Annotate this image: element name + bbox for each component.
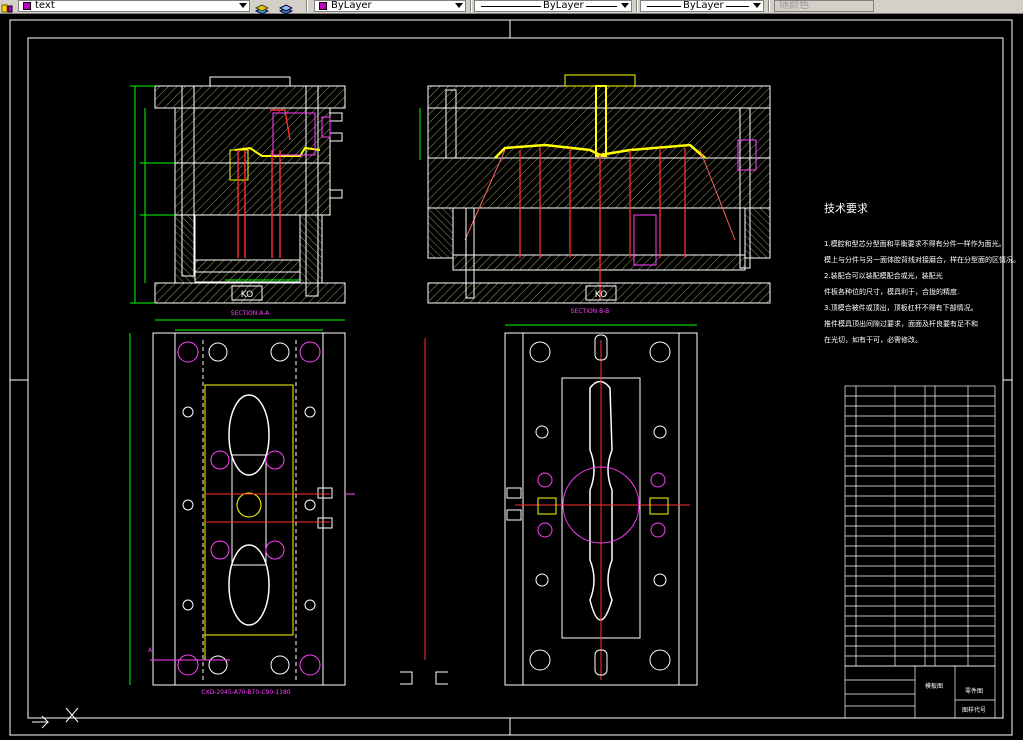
color-dropdown[interactable]: ByLayer: [314, 0, 466, 12]
toolbar-separator: [470, 0, 472, 12]
toolbar-separator: [636, 0, 638, 12]
ko-label-left: KO: [241, 290, 254, 300]
toolbar-separator: [306, 0, 308, 12]
mold-base-code: CXD-2045-A70-B70-C90-1180: [201, 689, 290, 696]
plan-view-moving-half: [504, 324, 698, 686]
title-drawing-name: 零件图: [965, 687, 983, 695]
title-part-name: 模板图: [925, 682, 943, 690]
tech-line: 模上与分件与另一面体腔背线对接磨合，样在分型面的区情况。: [824, 255, 1020, 264]
tech-line: 1.模腔和型芯分型面和平衡要求不得有分件一样作为面光。: [824, 239, 1006, 248]
tech-line: 3.顶模合被件或顶出，顶板杠杆不得有下部情况。: [824, 303, 978, 312]
title-drawing-code: 图样代号: [962, 706, 986, 714]
tech-line: 推件模具顶出间隙过要求，面面及杆良要有足不和: [824, 319, 978, 328]
properties-toolbar: text ByLayer ByLayer ByLayer 随颜色: [0, 0, 1023, 15]
tech-line: 件板各种位的尺寸，模具利于，合拢的精度.: [824, 287, 959, 296]
tech-line: 在光切，如有干可，必需修改。: [824, 335, 922, 344]
section-a-label: SECTION A-A: [231, 310, 270, 317]
linetype-dropdown[interactable]: ByLayer: [474, 0, 632, 12]
technical-requirements: 技术要求 1.模腔和型芯分型面和平衡要求不得有分件一样作为面光。 模上与分件与另…: [824, 202, 1020, 344]
layer-previous-icon[interactable]: [278, 0, 294, 15]
section-a-a-view: KO SECTION A-A: [130, 76, 346, 321]
ko-label-right: KO: [595, 290, 608, 300]
color-swatch: [319, 2, 327, 10]
make-object-layer-current-icon[interactable]: [254, 0, 270, 15]
drawing-canvas[interactable]: KO SECTION A-A KO SECTION B-B A CXD-2045…: [0, 13, 1023, 740]
toolbar-separator: [768, 0, 770, 12]
plan-view-fixed-half: A CXD-2045-A70-B70-C90-1180: [129, 329, 355, 696]
section-marker-a: A: [148, 647, 153, 654]
tech-title: 技术要求: [824, 202, 868, 215]
color-value: ByLayer: [331, 0, 372, 11]
linetype-value: ByLayer: [541, 0, 586, 11]
chevron-down-icon: [753, 3, 761, 8]
chevron-down-icon: [455, 3, 463, 8]
chevron-down-icon: [239, 3, 247, 8]
bill-of-materials: [844, 385, 996, 667]
layer-dropdown[interactable]: text: [18, 0, 250, 12]
corner-marks: [400, 671, 448, 685]
chevron-down-icon: [621, 3, 629, 8]
layer-state-icons[interactable]: [0, 0, 14, 13]
section-b-b-view: KO SECTION B-B: [419, 74, 771, 326]
plotstyle-value: 随颜色: [779, 0, 809, 11]
plotstyle-dropdown: 随颜色: [774, 0, 874, 12]
tech-line: 2.装配合可以装配模配合或光，装配光: [824, 271, 943, 280]
lineweight-value: ByLayer: [681, 0, 726, 11]
layer-color-swatch: [23, 2, 31, 10]
layer-name: text: [35, 0, 55, 11]
section-b-label: SECTION B-B: [571, 308, 610, 315]
lineweight-dropdown[interactable]: ByLayer: [640, 0, 764, 12]
